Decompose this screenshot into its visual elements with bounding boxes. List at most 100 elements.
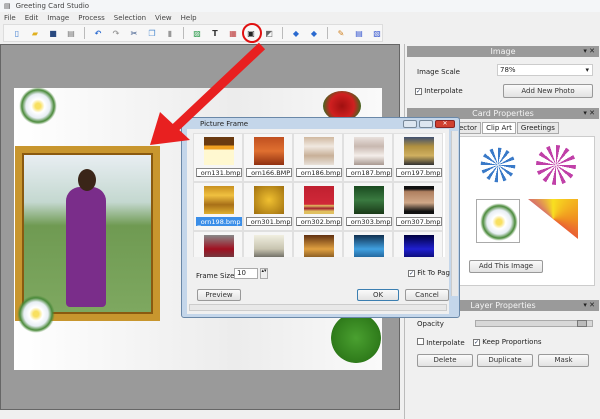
undo-icon[interactable]: ↶ [93,28,103,38]
layer-properties-title: Layer Properties [470,301,536,310]
text-icon[interactable]: T [210,28,220,38]
toolbar: ▯ ▰ ■ ▤ ↶ ↷ ✂ ❐ ▮ ▨ T ▦ ▣ ◩ ◆ ◆ ✎ ▤ ▧ [3,24,383,42]
frame-item[interactable] [343,231,393,257]
picture-frame-icon[interactable]: ▣ [246,28,256,38]
delete-button[interactable]: Delete [417,354,473,367]
copy-icon[interactable]: ❐ [147,28,157,38]
image-panel-title: Image [490,47,516,56]
person-head [78,169,96,191]
card-properties-title: Card Properties [472,109,534,118]
frame-item[interactable] [293,231,343,257]
cut-icon[interactable]: ✂ [129,28,139,38]
new-icon[interactable]: ▯ [12,28,22,38]
tree-clipart[interactable] [331,313,381,363]
panel-controls[interactable]: ▾ ✕ [583,46,595,57]
title-bar: ▤ Greeting Card Studio [0,0,600,12]
image-icon[interactable]: ▨ [192,28,202,38]
maximize-button[interactable] [419,120,433,128]
frame-item[interactable]: _orn303.bmp [343,182,393,231]
fit-to-page-checkbox[interactable]: ✓ [408,270,415,277]
frame-size-stepper[interactable]: ▴▾ [260,268,268,279]
minimize-button[interactable] [403,120,417,128]
keep-proportions-checkbox[interactable]: ✓ [473,339,480,346]
frame-item[interactable]: _orn307.bmp [393,182,443,231]
menu-image[interactable]: Image [47,14,69,22]
panel-controls[interactable]: ▾ ✕ [583,300,595,311]
frame-item[interactable]: _orn302.bmp [293,182,343,231]
flower-clipart-selected[interactable] [476,199,520,243]
panel-controls[interactable]: ▾ ✕ [583,108,595,119]
toolbar-separator [282,27,283,39]
tab-clip-art[interactable]: Clip Art [482,122,516,134]
frame-item[interactable]: _orn166.BMP [243,133,293,182]
duplicate-button[interactable]: Duplicate [477,354,533,367]
opacity-slider-thumb[interactable] [576,320,587,327]
frame-item[interactable]: _orn197.bmp [393,133,443,182]
ok-button[interactable]: OK [357,289,399,301]
redo-icon[interactable]: ↷ [111,28,121,38]
flower-clipart[interactable] [17,295,55,333]
layer-interpolate-checkbox[interactable] [417,338,424,345]
frame-thumbnail [204,235,234,257]
frame-item[interactable] [193,231,243,257]
image-panel-header: Image ▾ ✕ [407,46,599,57]
menu-file[interactable]: File [4,14,16,22]
frame-item[interactable] [243,231,293,257]
preview-button[interactable]: Preview [197,289,241,301]
bring-forward-icon[interactable]: ◆ [291,28,301,38]
open-icon[interactable]: ▰ [30,28,40,38]
vertical-scrollbar[interactable] [451,131,458,296]
image-scale-label: Image Scale [417,68,460,76]
frame-thumbnail [254,137,284,165]
properties-icon[interactable]: ▧ [372,28,382,38]
color-palette-clipart[interactable] [528,199,578,239]
frame-thumbnail [404,137,434,165]
dialog-title: Picture Frame [200,120,249,128]
menu-edit[interactable]: Edit [25,14,39,22]
menu-help[interactable]: Help [181,14,197,22]
flower-clipart[interactable] [19,87,57,125]
frame-item[interactable]: _orn131.bmp [193,133,243,182]
tab-greetings[interactable]: Greetings [516,122,559,134]
pink-snowflake-clipart[interactable] [536,145,576,185]
frame-item[interactable]: _orn198.bmp [193,182,243,231]
horizontal-scrollbar[interactable] [189,304,447,311]
frame-item[interactable]: _orn301.bmp [243,182,293,231]
paste-icon[interactable]: ▮ [165,28,175,38]
menu-process[interactable]: Process [78,14,105,22]
frame-item[interactable]: _orn187.bmp [343,133,393,182]
shape-icon[interactable]: ◩ [264,28,274,38]
chevron-down-icon: ▾ [585,66,589,74]
frame-filename: _orn303.bmp [346,217,392,226]
app-icon: ▤ [4,2,11,10]
clipart-icon[interactable]: ▦ [228,28,238,38]
print-icon[interactable]: ▤ [66,28,76,38]
frame-thumbnail [354,235,384,257]
opacity-slider[interactable] [475,320,593,327]
add-this-image-button[interactable]: Add This Image [469,260,543,273]
frame-size-input[interactable]: 10 [234,268,258,279]
menu-view[interactable]: View [155,14,172,22]
interpolate-label: Interpolate [424,87,463,95]
frame-grid: _orn131.bmp _orn166.BMP _orn186.bmp _orn187… [193,133,445,257]
picture-frame-dialog: Picture Frame ✕ _orn131.bmp _orn166.BMP _o… [181,117,460,318]
cancel-button[interactable]: Cancel [405,289,449,301]
send-backward-icon[interactable]: ◆ [309,28,319,38]
blue-snowflake-clipart[interactable] [478,145,518,185]
frame-item[interactable] [393,231,443,257]
app-title: Greeting Card Studio [15,2,90,10]
toolbar-separator [84,27,85,39]
interpolate-checkbox[interactable]: ✓ [415,88,422,95]
add-new-photo-button[interactable]: Add New Photo [503,84,593,98]
mask-button[interactable]: Mask [538,354,589,367]
menu-selection[interactable]: Selection [114,14,146,22]
save-icon[interactable]: ■ [48,28,58,38]
frame-item[interactable]: _orn186.bmp [293,133,343,182]
image-scale-select[interactable]: 78% ▾ [497,64,593,76]
card-tabs: ector Clip Art Greetings [455,122,559,134]
close-button[interactable]: ✕ [435,120,455,128]
effects-icon[interactable]: ✎ [336,28,346,38]
frame-filename: _orn301.bmp [246,217,292,226]
page-icon[interactable]: ▤ [354,28,364,38]
toolbar-separator [327,27,328,39]
